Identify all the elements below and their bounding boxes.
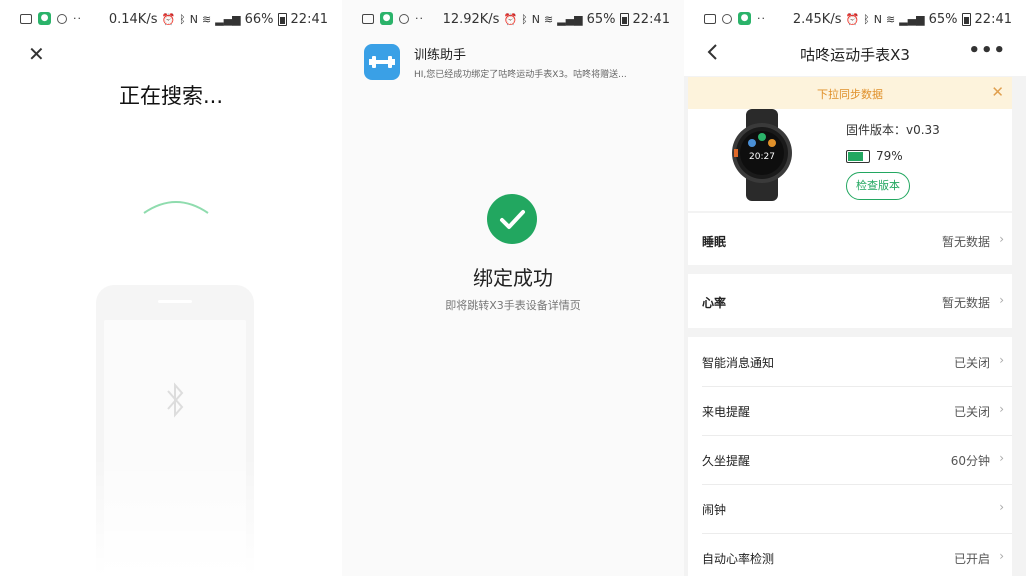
row-value: 暂无数据 [941, 296, 990, 310]
divider [702, 484, 1012, 485]
alarm-icon: ⏰ [503, 13, 518, 26]
row-label: 心率 [702, 296, 727, 310]
wifi-icon: ≋ [202, 13, 212, 26]
chevron-right-icon: › [999, 293, 1004, 307]
row-label: 睡眠 [702, 235, 727, 249]
row-value: 60分钟 [950, 454, 990, 468]
net-speed: 0.14K/s [108, 12, 158, 27]
device-card: 20:27 固件版本：v0.33 79% 检查版本 [688, 109, 1012, 211]
more-dots-icon: ·· [415, 12, 424, 25]
gallery-icon [704, 13, 716, 24]
battery-percent: 65% [586, 12, 616, 27]
divider [702, 533, 1012, 534]
more-menu-icon[interactable]: ••• [968, 40, 1006, 61]
search-screen: ● ·· 0.14K/s ⏰ ᛒ N ≋ ▂▄▆ 66% 22:41 ✕ 正在搜… [0, 0, 342, 576]
battery-icon [961, 13, 971, 26]
device-battery-icon [846, 149, 870, 163]
clock: 22:41 [632, 12, 670, 27]
phone-speaker [158, 300, 192, 303]
battery-icon [619, 13, 629, 26]
search-arc [143, 201, 209, 214]
watch-image: 20:27 [732, 109, 792, 201]
chevron-right-icon: › [999, 353, 1004, 367]
divider [702, 435, 1012, 436]
dumbbell-icon[interactable] [364, 44, 400, 80]
searching-title: 正在搜索... [118, 84, 224, 108]
row-label-alarm[interactable]: 闹钟 [702, 501, 726, 518]
chevron-right-icon: › [999, 402, 1004, 416]
chevron-right-icon: › [999, 500, 1004, 514]
banner-close-icon[interactable]: ✕ [991, 83, 1004, 101]
nfc-icon: N [189, 13, 199, 26]
clock: 22:41 [974, 12, 1012, 27]
bluetooth-status-icon: ᛒ [863, 13, 870, 26]
nfc-icon: N [531, 13, 541, 26]
row-value: 暂无数据 [941, 235, 990, 249]
bluetooth-icon [167, 382, 184, 418]
row-sleep[interactable]: 睡眠 暂无数据 › [688, 213, 1012, 265]
search-icon [722, 13, 732, 24]
clock: 22:41 [290, 12, 328, 27]
nfc-icon: N [873, 13, 883, 26]
check-version-button[interactable]: 检查版本 [846, 172, 910, 200]
gallery-icon [362, 13, 374, 24]
more-dots-icon: ·· [757, 12, 766, 25]
net-speed: 12.92K/s [442, 12, 500, 27]
device-battery-percent: 79% [876, 149, 903, 163]
row-label-call-alert[interactable]: 来电提醒 [702, 403, 750, 420]
wifi-icon: ≋ [544, 13, 554, 26]
search-icon [399, 13, 409, 24]
status-bar: ● ·· 2.45K/s ⏰ ᛒ N ≋ ▂▄▆ 65% 22:41 [684, 0, 1026, 40]
notification-text[interactable]: HI,您已经成功绑定了咕咚运动手表X3。咕咚将赠送... [414, 67, 627, 80]
net-speed: 2.45K/s [792, 12, 842, 27]
firmware-version: 固件版本：v0.33 [846, 123, 940, 137]
alarm-icon: ⏰ [161, 13, 176, 26]
device-detail-screen: ● ·· 2.45K/s ⏰ ᛒ N ≋ ▂▄▆ 65% 22:41 咕咚运动手… [684, 0, 1026, 576]
chevron-right-icon: › [999, 451, 1004, 465]
row-value: 已关闭 [953, 356, 990, 370]
check-icon [487, 194, 537, 244]
battery-icon [277, 13, 287, 26]
more-dots-icon: ·· [73, 12, 82, 25]
battery-percent: 65% [928, 12, 958, 27]
bluetooth-status-icon: ᛒ [521, 13, 528, 26]
notification-app-name[interactable]: 训练助手 [414, 44, 466, 63]
gallery-icon [20, 13, 32, 24]
row-value: 已关闭 [953, 405, 990, 419]
settings-list: 智能消息通知 已关闭 › 来电提醒 已关闭 › 久坐提醒 60分钟 › 闹钟 ›… [688, 337, 1012, 576]
divider [702, 386, 1012, 387]
sync-banner: 下拉同步数据 ✕ [688, 77, 1012, 109]
success-subtitle: 即将跳转X3手表设备详情页 [445, 299, 581, 312]
status-bar: ● ·· 0.14K/s ⏰ ᛒ N ≋ ▂▄▆ 66% 22:41 [0, 0, 342, 40]
app-icon: ● [380, 12, 393, 25]
signal-icon: ▂▄▆ [899, 13, 925, 26]
close-icon[interactable]: ✕ [28, 42, 45, 66]
bind-success-screen: ● ·· 12.92K/s ⏰ ᛒ N ≋ ▂▄▆ 65% 22:41 训练助手… [342, 0, 684, 576]
bottom-fade [0, 456, 342, 576]
row-value: 已开启 [953, 552, 990, 566]
wifi-icon: ≋ [886, 13, 896, 26]
status-bar: ● ·· 12.92K/s ⏰ ᛒ N ≋ ▂▄▆ 65% 22:41 [342, 0, 684, 40]
row-label-sedentary[interactable]: 久坐提醒 [702, 452, 750, 469]
device-battery: 79% [846, 149, 903, 163]
success-title: 绑定成功 [473, 266, 553, 290]
sync-banner-text: 下拉同步数据 [817, 88, 883, 101]
chevron-right-icon: › [999, 549, 1004, 563]
battery-percent: 66% [244, 12, 274, 27]
signal-icon: ▂▄▆ [557, 13, 583, 26]
watch-time: 20:27 [749, 152, 775, 162]
chevron-right-icon: › [999, 232, 1004, 246]
alarm-icon: ⏰ [845, 13, 860, 26]
row-heart-rate[interactable]: 心率 暂无数据 › [688, 274, 1012, 328]
app-icon: ● [38, 12, 51, 25]
search-icon [57, 13, 67, 24]
signal-icon: ▂▄▆ [215, 13, 241, 26]
row-label-notifications[interactable]: 智能消息通知 [702, 354, 774, 371]
app-icon: ● [738, 12, 751, 25]
bluetooth-status-icon: ᛒ [179, 13, 186, 26]
row-label-auto-heart-rate[interactable]: 自动心率检测 [702, 550, 774, 567]
